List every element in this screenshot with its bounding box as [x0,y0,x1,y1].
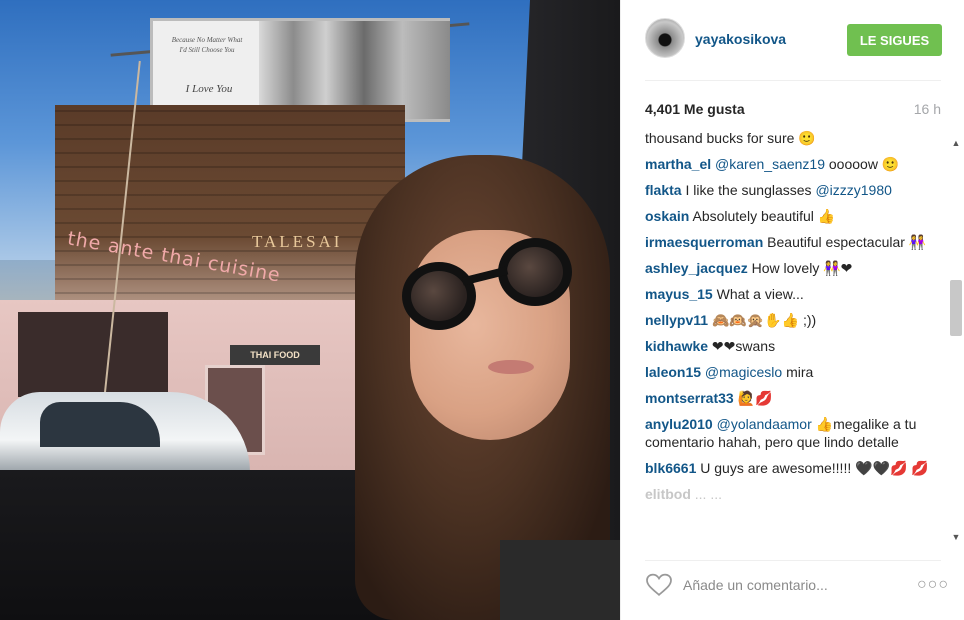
likes-count[interactable]: 4,401 Me gusta [645,101,745,117]
comment-mention[interactable]: @karen_saenz19 [715,156,825,172]
comment-item: thousand bucks for sure 🙂 [645,129,947,147]
comment-username[interactable]: nellypv11 [645,312,708,328]
comment-item: anylu2010 @yolandaamor 👍megalike a tu co… [645,415,947,451]
comment-username[interactable]: laleon15 [645,364,701,380]
comment-mention[interactable]: @yolandaamor [717,416,812,432]
header-divider [645,80,941,81]
comment-item: mayus_15 What a view... [645,285,947,303]
comment-text: 🙋💋 [737,390,773,406]
woman-shirt [500,540,620,620]
comment-username[interactable]: anylu2010 [645,416,713,432]
comment-text: I like the sunglasses [685,182,812,198]
comment-item: irmaesquerroman Beautiful espectacular 👭 [645,233,947,251]
comment-username[interactable]: mayus_15 [645,286,713,302]
comment-item: nellypv11 🙈🙉🙊✋👍 ;)) [645,311,947,329]
add-comment-input[interactable] [683,572,903,598]
comment-text: ooooow 🙂 [828,156,900,172]
post-photo[interactable]: Because No Matter What I'd Still Choose … [0,0,620,620]
comment-text: 🙈🙉🙊✋👍 ;)) [711,312,817,328]
post-time[interactable]: 16 h [914,101,941,117]
billboard-caption: Because No Matter What I'd Still Choose … [163,35,251,55]
talesai-sign: TALESAI [252,232,343,251]
user-avatar[interactable] [645,18,685,58]
more-options-icon[interactable]: ○○○ [917,576,949,594]
comment-item: blk6661 U guys are awesome!!!!! 🖤🖤💋 💋 [645,459,947,477]
comment-text: U guys are awesome!!!!! 🖤🖤💋 💋 [700,460,929,476]
heart-icon[interactable] [645,573,673,597]
author-username[interactable]: yayakosikova [695,31,786,47]
comments-scrollbar[interactable]: ▲ ▼ [948,132,964,552]
comment-item: ashley_jacquez How lovely 👭❤ [645,259,947,277]
billboard-line1: Because No Matter What [171,36,243,44]
billboard-line2: I'd Still Choose You [179,46,235,54]
comment-username[interactable]: martha_el [645,156,711,172]
comment-item: laleon15 @magiceslo mira [645,363,947,381]
footer-divider [645,560,941,561]
comment-text: mira [786,364,814,380]
comment-text: thousand bucks for sure 🙂 [645,130,816,146]
comment-item: kidhawke ❤❤swans [645,337,947,355]
comment-item: oskain Absolutely beautiful 👍 [645,207,947,225]
comments-list[interactable]: thousand bucks for sure 🙂 martha_el @kare… [645,129,947,549]
comment-mention[interactable]: @izzzy1980 [815,182,891,198]
instagram-post: Because No Matter What I'd Still Choose … [0,0,964,620]
comment-username[interactable]: ashley_jacquez [645,260,748,276]
sunglasses-left-lens [402,262,476,330]
comment-text: ❤❤swans [711,338,776,354]
comment-mention[interactable]: @magiceslo [705,364,782,380]
comment-text: ... ... [694,486,723,502]
scroll-down-arrow-icon[interactable]: ▼ [951,532,961,542]
sunglasses-right-lens [498,238,572,306]
comment-username[interactable]: flakta [645,182,682,198]
comment-text: What a view... [716,286,804,302]
comment-username[interactable]: blk6661 [645,460,696,476]
comment-item: flakta I like the sunglasses @izzzy1980 [645,181,947,199]
comment-username[interactable]: irmaesquerroman [645,234,763,250]
building-window [18,312,168,397]
scrollbar-thumb[interactable] [950,280,962,336]
post-header: yayakosikova LE SIGUES [621,0,964,80]
thai-food-awning: THAI FOOD [230,345,320,365]
comment-item: montserrat33 🙋💋 [645,389,947,407]
woman-lips [488,360,534,374]
comment-item: martha_el @karen_saenz19 ooooow 🙂 [645,155,947,173]
comment-text: Beautiful espectacular 👭 [767,234,927,250]
comment-item: elitbod ... ... [645,485,947,503]
comment-username[interactable]: kidhawke [645,338,708,354]
comment-text: Absolutely beautiful 👍 [692,208,836,224]
post-side-panel: yayakosikova LE SIGUES 4,401 Me gusta 16… [620,0,964,620]
billboard-headline: I Love You [185,83,233,95]
comment-username[interactable]: elitbod [645,486,691,502]
follow-button[interactable]: LE SIGUES [847,24,942,56]
comment-username[interactable]: montserrat33 [645,390,734,406]
scroll-up-arrow-icon[interactable]: ▲ [951,138,961,148]
comment-username[interactable]: oskain [645,208,689,224]
car-window [40,402,160,447]
comment-text: How lovely 👭❤ [751,260,853,276]
